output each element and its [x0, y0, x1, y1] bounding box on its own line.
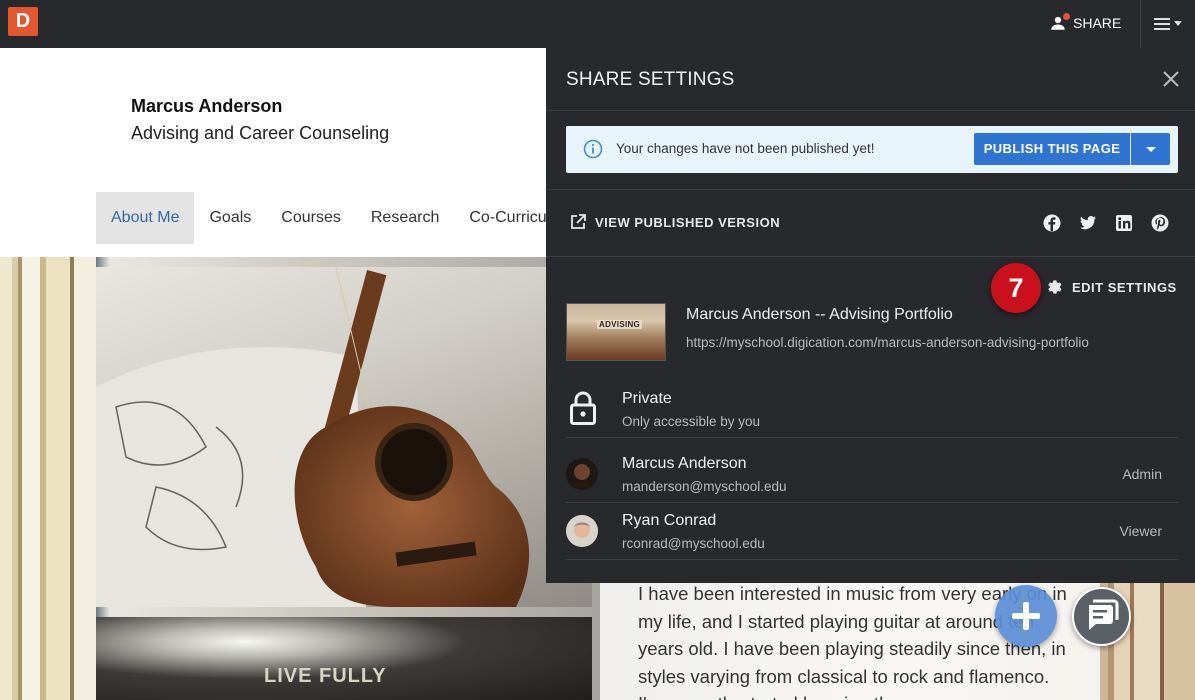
- quote-photo-text: LIVE FULLY: [264, 665, 387, 687]
- share-button[interactable]: SHARE: [1049, 12, 1121, 34]
- pinterest-icon[interactable]: [1151, 214, 1169, 232]
- nav-item-about-me[interactable]: About Me: [96, 192, 195, 244]
- external-link-icon: [571, 214, 586, 229]
- main-menu-button[interactable]: [1154, 15, 1186, 33]
- add-content-button[interactable]: [995, 585, 1057, 647]
- divider: [566, 502, 1178, 503]
- close-icon[interactable]: [1162, 70, 1180, 88]
- owner-department: Advising and Career Counseling: [131, 123, 390, 143]
- privacy-subtitle: Only accessible by you: [622, 414, 761, 429]
- nav-item-courses[interactable]: Courses: [266, 192, 356, 244]
- avatar: [566, 515, 598, 547]
- bookshelf-left-image: [0, 257, 96, 700]
- notice-text: Your changes have not been published yet…: [616, 141, 875, 156]
- member-email: manderson@myschool.edu: [622, 479, 787, 494]
- step-number-badge: 7: [991, 263, 1041, 313]
- share-label: SHARE: [1073, 15, 1122, 31]
- guitar-photo[interactable]: [96, 267, 592, 607]
- view-published-label: VIEW PUBLISHED VERSION: [595, 214, 781, 230]
- nav-item-goals[interactable]: Goals: [194, 192, 266, 244]
- notification-dot: [1063, 13, 1070, 20]
- divider: [546, 256, 1195, 257]
- publish-options-dropdown-button[interactable]: [1131, 133, 1170, 165]
- publish-this-page-button[interactable]: PUBLISH THIS PAGE: [974, 133, 1130, 165]
- view-published-version-link[interactable]: VIEW PUBLISHED VERSION: [570, 214, 780, 230]
- gear-icon: [1048, 280, 1062, 294]
- portfolio-nav: About Me Goals Courses Research Co-Curri…: [96, 192, 562, 244]
- info-icon: [583, 139, 603, 159]
- linkedin-icon[interactable]: [1115, 214, 1133, 232]
- thumbnail-label: ADVISING: [597, 320, 643, 329]
- guitar-illustration: [96, 267, 530, 607]
- topbar-divider: [1140, 0, 1141, 48]
- member-name: Marcus Anderson: [622, 455, 747, 472]
- divider: [566, 437, 1178, 438]
- top-bar: D SHARE: [0, 0, 1195, 48]
- person-icon: [1049, 13, 1070, 32]
- hamburger-menu-icon: [1154, 18, 1170, 30]
- app-logo[interactable]: D: [8, 7, 38, 36]
- portfolio-url[interactable]: https://myschool.digication.com/marcus-a…: [686, 335, 1089, 350]
- unpublished-notice: Your changes have not been published yet…: [566, 126, 1178, 173]
- member-name: Ryan Conrad: [622, 512, 717, 529]
- member-role[interactable]: Viewer: [1106, 523, 1162, 539]
- facebook-icon[interactable]: [1043, 214, 1061, 232]
- member-role[interactable]: Admin: [1106, 466, 1162, 482]
- edit-settings-button[interactable]: EDIT SETTINGS: [1046, 279, 1177, 295]
- lock-icon: [570, 391, 596, 425]
- chat-button[interactable]: [1072, 587, 1131, 646]
- divider: [566, 559, 1178, 560]
- divider: [546, 110, 1195, 111]
- chat-icon: [1089, 599, 1119, 630]
- panel-title: SHARE SETTINGS: [566, 69, 735, 90]
- owner-name: Marcus Anderson: [131, 96, 283, 116]
- portfolio-thumbnail: ADVISING: [566, 303, 666, 361]
- caret-down-icon: [1174, 21, 1182, 26]
- twitter-icon[interactable]: [1079, 214, 1097, 232]
- divider: [546, 189, 1195, 190]
- edit-settings-label: EDIT SETTINGS: [1072, 279, 1177, 295]
- share-settings-panel: SHARE SETTINGS Your changes have not bee…: [546, 48, 1195, 583]
- member-email: rconrad@myschool.edu: [622, 536, 765, 551]
- portfolio-title: Marcus Anderson -- Advising Portfolio: [686, 306, 953, 323]
- avatar: [566, 458, 598, 490]
- privacy-title: Private: [622, 390, 672, 407]
- nav-item-research[interactable]: Research: [356, 192, 454, 244]
